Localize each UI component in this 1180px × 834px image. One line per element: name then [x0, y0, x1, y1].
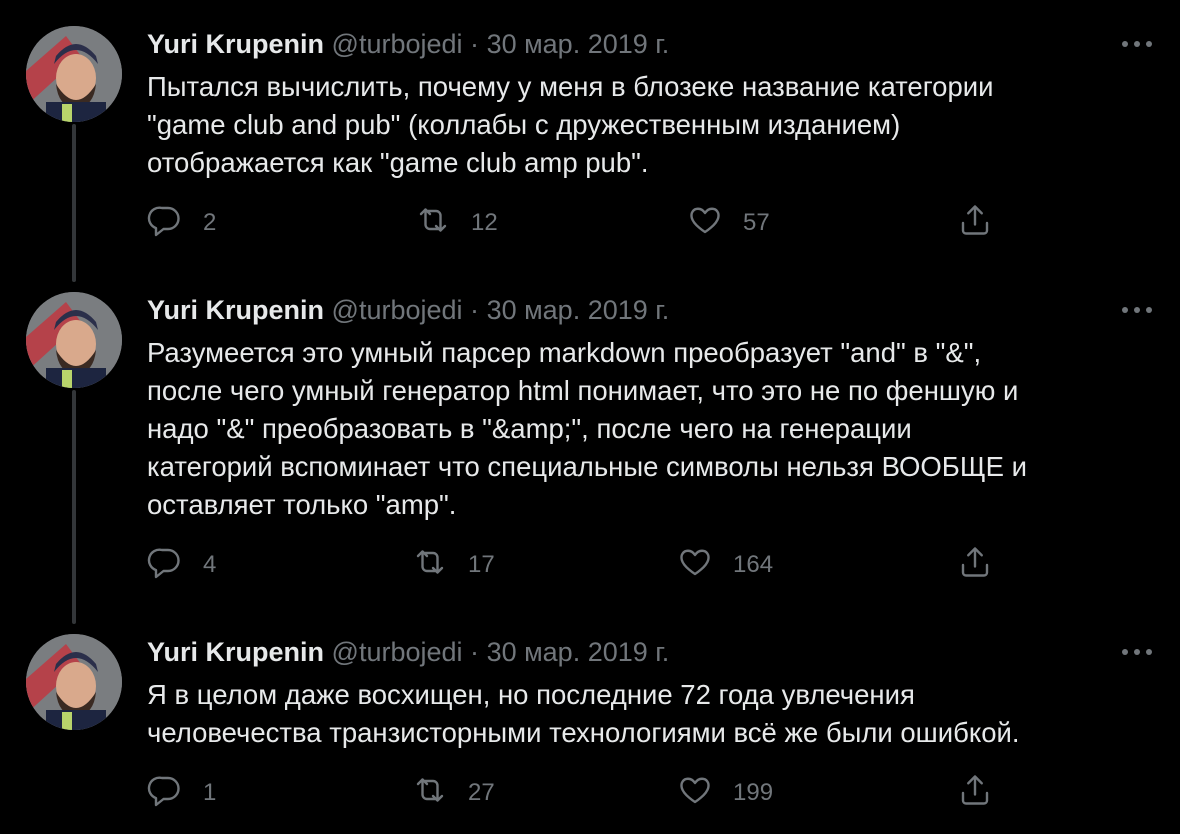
tweet-date[interactable]: 30 мар. 2019 г.: [487, 637, 670, 667]
tweet-actions: 4 17 164: [147, 545, 1007, 585]
avatar[interactable]: [26, 634, 122, 730]
thread-line: [72, 124, 76, 282]
reply-button[interactable]: 1: [147, 773, 216, 813]
tweet-date[interactable]: 30 мар. 2019 г.: [487, 29, 670, 59]
retweet-count: 12: [471, 209, 498, 236]
more-icon[interactable]: [1120, 34, 1154, 54]
like-icon: [677, 772, 733, 815]
share-icon: [957, 202, 1013, 245]
share-button[interactable]: [957, 773, 1013, 813]
share-button[interactable]: [957, 545, 1013, 585]
share-icon: [957, 544, 1013, 587]
avatar[interactable]: [26, 26, 122, 122]
retweet-icon: [412, 772, 468, 815]
reply-count: 1: [203, 779, 217, 806]
author-handle[interactable]: @turbojedi: [332, 29, 463, 59]
thread-line: [72, 390, 76, 624]
tweet-text: Разумеется это умный парсер markdown пре…: [147, 337, 1027, 520]
share-button[interactable]: [957, 203, 1013, 243]
tweet-date[interactable]: 30 мар. 2019 г.: [487, 295, 670, 325]
header-separator: ·: [470, 29, 480, 59]
like-icon: [677, 544, 733, 587]
reply-icon: [147, 202, 203, 245]
retweet-button[interactable]: 12: [415, 203, 498, 243]
tweet-header: Yuri Krupenin @turbojedi · 30 мар. 2019 …: [147, 634, 669, 670]
share-icon: [957, 772, 1013, 815]
like-count: 199: [733, 779, 774, 806]
header-separator: ·: [470, 637, 480, 667]
retweet-icon: [415, 202, 471, 245]
tweet-text: Я в целом даже восхищен, но последние 72…: [147, 679, 1020, 748]
retweet-button[interactable]: 17: [412, 545, 495, 585]
author-name[interactable]: Yuri Krupenin: [147, 637, 324, 667]
tweet-header: Yuri Krupenin @turbojedi · 30 мар. 2019 …: [147, 26, 669, 62]
retweet-icon: [412, 544, 468, 587]
author-handle[interactable]: @turbojedi: [332, 637, 463, 667]
tweet-actions: 1 27 199: [147, 773, 1007, 813]
author-handle[interactable]: @turbojedi: [332, 295, 463, 325]
header-separator: ·: [470, 295, 480, 325]
reply-count: 2: [203, 209, 217, 236]
tweet-header: Yuri Krupenin @turbojedi · 30 мар. 2019 …: [147, 292, 669, 328]
retweet-count: 17: [468, 551, 495, 578]
like-icon: [687, 202, 743, 245]
like-button[interactable]: 199: [677, 773, 773, 813]
reply-count: 4: [203, 551, 217, 578]
like-button[interactable]: 164: [677, 545, 773, 585]
like-count: 164: [733, 551, 774, 578]
like-button[interactable]: 57: [687, 203, 770, 243]
reply-icon: [147, 772, 203, 815]
avatar[interactable]: [26, 292, 122, 388]
author-name[interactable]: Yuri Krupenin: [147, 295, 324, 325]
like-count: 57: [743, 209, 770, 236]
retweet-count: 27: [468, 779, 495, 806]
retweet-button[interactable]: 27: [412, 773, 495, 813]
tweet-actions: 2 12 57: [147, 203, 1007, 243]
reply-button[interactable]: 4: [147, 545, 216, 585]
reply-icon: [147, 544, 203, 587]
author-name[interactable]: Yuri Krupenin: [147, 29, 324, 59]
tweet-text: Пытался вычислить, почему у меня в блозе…: [147, 71, 994, 178]
reply-button[interactable]: 2: [147, 203, 216, 243]
more-icon[interactable]: [1120, 642, 1154, 662]
more-icon[interactable]: [1120, 300, 1154, 320]
